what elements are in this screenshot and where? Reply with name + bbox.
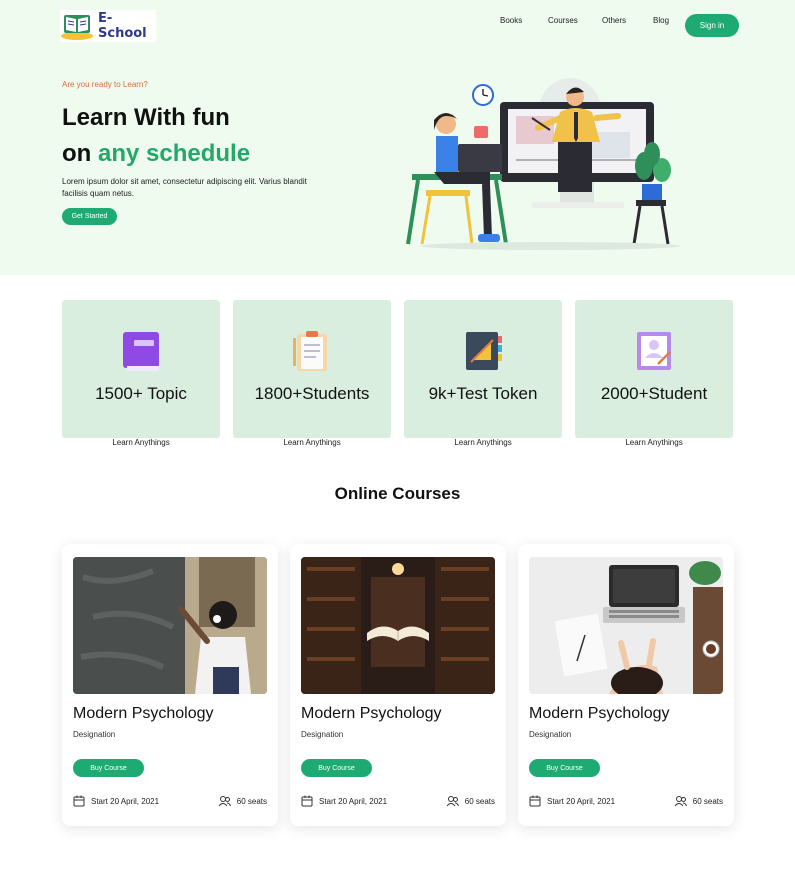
course-card: Modern Psychology Designation Buy Course… — [518, 544, 734, 826]
hero-description: Lorem ipsum dolor sit amet, consectetur … — [62, 177, 307, 198]
certificate-icon — [634, 330, 674, 372]
course-seats: 60 seats — [218, 795, 267, 807]
section-title: Online Courses — [334, 484, 461, 503]
course-seats: 60 seats — [446, 795, 495, 807]
hero-title-prefix: on — [62, 140, 98, 167]
nav-others[interactable]: Others — [602, 16, 626, 25]
hero-title-line1: Learn With fun — [62, 104, 230, 131]
calendar-icon — [529, 795, 541, 807]
course-date-text: Start 20 April, 2021 — [547, 796, 616, 806]
course-date-text: Start 20 April, 2021 — [91, 796, 160, 806]
people-icon — [446, 796, 459, 807]
stat-caption: Learn Anythings — [283, 438, 341, 447]
buy-course-button[interactable]: Buy Course — [301, 759, 372, 777]
course-date-text: Start 20 April, 2021 — [319, 796, 388, 806]
stat-value: 1500+ Topic — [95, 384, 187, 403]
open-book-icon — [60, 11, 94, 41]
course-seats-text: 60 seats — [692, 796, 723, 806]
stat-value: 9k+Test Token — [428, 384, 538, 403]
get-started-button[interactable]: Get Started — [62, 208, 117, 225]
stat-value: 1800+Students — [254, 384, 370, 403]
nav-blog[interactable]: Blog — [653, 16, 669, 25]
hero-section: E- School Books Courses Others Blog Sign… — [0, 0, 795, 275]
stat-value: 2000+Student — [600, 384, 708, 403]
course-card: Modern Psychology Designation Buy Course… — [290, 544, 506, 826]
book-icon — [121, 330, 161, 372]
stat-card-topics: 1500+ Topic — [62, 300, 220, 438]
nav-courses[interactable]: Courses — [548, 16, 578, 25]
buy-course-button[interactable]: Buy Course — [73, 759, 144, 777]
hero-eyebrow: Are you ready to Learn? — [62, 80, 148, 89]
brand-logo[interactable]: E- School — [60, 10, 156, 42]
course-card: Modern Psychology Designation Buy Course… — [62, 544, 278, 826]
stat-caption: Learn Anythings — [112, 438, 170, 447]
hero-title-line2: on any schedule — [62, 140, 250, 168]
course-title: Modern Psychology — [301, 705, 442, 722]
calendar-icon — [301, 795, 313, 807]
stat-caption: Learn Anythings — [625, 438, 683, 447]
calendar-icon — [73, 795, 85, 807]
course-start-date: Start 20 April, 2021 — [73, 795, 159, 807]
course-designation: Designation — [73, 730, 116, 739]
stat-card-students-2: 2000+Student — [575, 300, 733, 438]
course-designation: Designation — [301, 730, 344, 739]
notebook-icon — [463, 330, 503, 372]
buy-course-button[interactable]: Buy Course — [529, 759, 600, 777]
clipboard-icon — [292, 330, 332, 372]
stat-card-students: 1800+Students — [233, 300, 391, 438]
online-class-illustration — [400, 72, 690, 252]
people-icon — [218, 796, 231, 807]
course-seats-text: 60 seats — [464, 796, 495, 806]
laptop-desk-photo — [529, 557, 723, 694]
nav-books[interactable]: Books — [500, 16, 522, 25]
brand-name: E- School — [98, 11, 147, 41]
stat-caption: Learn Anythings — [454, 438, 512, 447]
course-seats-text: 60 seats — [236, 796, 267, 806]
stat-card-tokens: 9k+Test Token — [404, 300, 562, 438]
hero-title-accent: any schedule — [98, 140, 251, 167]
library-photo — [301, 557, 495, 694]
course-start-date: Start 20 April, 2021 — [301, 795, 387, 807]
course-seats: 60 seats — [674, 795, 723, 807]
course-title: Modern Psychology — [73, 705, 214, 722]
people-icon — [674, 796, 687, 807]
sign-in-button[interactable]: Sign in — [685, 14, 739, 37]
chalkboard-photo — [73, 557, 267, 694]
course-start-date: Start 20 April, 2021 — [529, 795, 615, 807]
course-title: Modern Psychology — [529, 705, 670, 722]
course-designation: Designation — [529, 730, 572, 739]
